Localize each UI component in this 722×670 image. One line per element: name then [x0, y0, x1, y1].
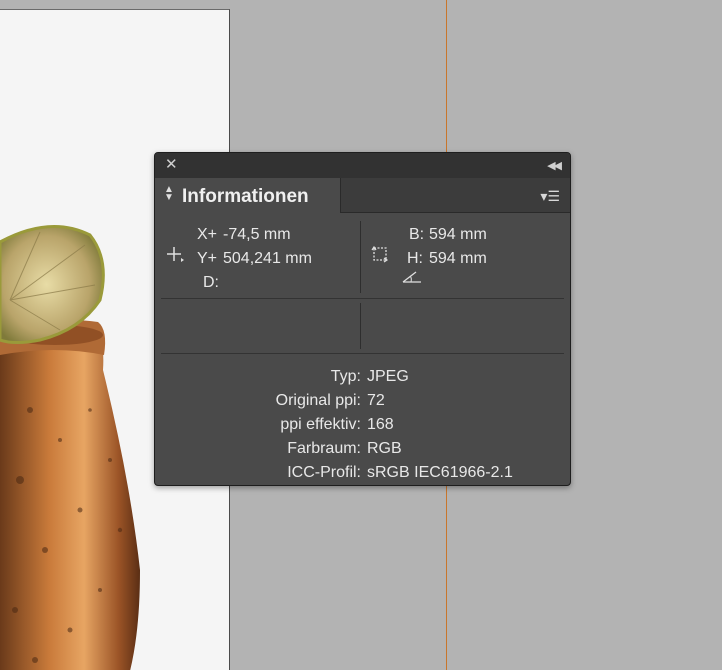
info-value-effective-ppi: 168: [367, 416, 394, 433]
close-icon[interactable]: ✕: [165, 157, 179, 172]
info-value-type: JPEG: [367, 368, 409, 385]
angle-icon: [402, 271, 421, 283]
info-label-type: Typ:: [330, 368, 361, 385]
horizontal-divider: [161, 298, 564, 299]
panel-menu-icon[interactable]: ▾☰: [540, 188, 560, 205]
x-value: -74,5 mm: [223, 226, 291, 243]
info-value-color-space: RGB: [367, 440, 402, 457]
up-down-arrows-icon: ▲ ▼: [164, 184, 174, 203]
info-label-original-ppi: Original ppi:: [275, 392, 361, 409]
transform-icon: [371, 245, 389, 263]
info-value-icc-profile: sRGB IEC61966-2.1: [367, 464, 513, 481]
horizontal-divider: [161, 353, 564, 354]
height-value: 594 mm: [429, 250, 487, 267]
info-label-icc-profile: ICC-Profil:: [287, 464, 361, 481]
crosshair-icon: [167, 247, 184, 262]
empty-section-divider: [360, 303, 361, 349]
tab-informationen[interactable]: ▲ ▼ Informationen: [155, 178, 341, 213]
width-label: B:: [409, 226, 425, 243]
section-divider: [360, 221, 361, 293]
info-panel: ✕ ◀◀ ▲ ▼ Informationen ▾☰ X+ -74,5 mm Y+ …: [154, 152, 571, 486]
height-label: H:: [407, 250, 423, 267]
info-label-color-space: Farbraum:: [287, 440, 361, 457]
y-label: Y+: [197, 250, 218, 267]
panel-tab-row: ▲ ▼ Informationen ▾☰: [155, 178, 570, 213]
tab-label: Informationen: [182, 186, 309, 207]
info-value-original-ppi: 72: [367, 392, 385, 409]
double-chevron-left-icon[interactable]: ◀◀: [547, 159, 562, 172]
panel-titlebar[interactable]: ✕ ◀◀: [155, 153, 570, 179]
d-label: D:: [203, 274, 219, 291]
info-label-effective-ppi: ppi effektiv:: [280, 416, 361, 433]
width-value: 594 mm: [429, 226, 487, 243]
y-value: 504,241 mm: [223, 250, 312, 267]
x-label: X+: [197, 226, 218, 243]
